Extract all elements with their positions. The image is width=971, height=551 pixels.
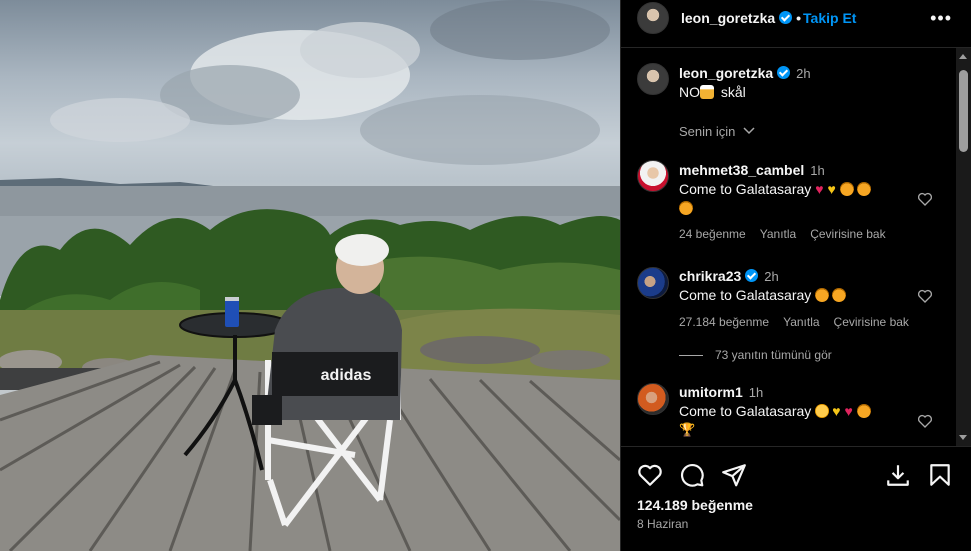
- caption-username-row: leon_goretzka 2h: [679, 65, 811, 81]
- comment-avatar[interactable]: [637, 160, 669, 192]
- reply-button[interactable]: Yanıtla: [783, 315, 819, 329]
- comment-username-row: mehmet38_cambel 1h: [679, 162, 825, 178]
- view-replies-button[interactable]: 73 yanıtın tümünü gör: [679, 348, 832, 362]
- avatar[interactable]: [637, 2, 669, 34]
- comment-likes[interactable]: 27.184 beğenme: [679, 315, 769, 329]
- comments-scrollbar[interactable]: [956, 48, 971, 446]
- comment-text: Come to Galatasaray ♥ ♥: [679, 403, 874, 419]
- comment-like-heart-icon[interactable]: [917, 413, 933, 429]
- photo-logo-text: adidas: [321, 367, 372, 384]
- comment-username[interactable]: mehmet38_cambel: [679, 162, 804, 178]
- beer-emoji-icon: [700, 85, 714, 99]
- view-replies-label: 73 yanıtın tümünü gör: [715, 348, 832, 362]
- star-struck-emoji-icon: [815, 404, 830, 418]
- comment-like-heart-icon[interactable]: [917, 191, 933, 207]
- yellow-heart-emoji-icon: ♥: [832, 403, 841, 419]
- post-actions: 124.189 beğenme 8 Haziran: [621, 446, 971, 551]
- trophy-emoji-icon: 🏆: [679, 422, 696, 437]
- scroll-down-arrow-icon[interactable]: [959, 435, 967, 440]
- header-username[interactable]: leon_goretzka: [681, 10, 775, 26]
- comment-body: Come to Galatasaray: [679, 181, 812, 197]
- download-icon[interactable]: [885, 462, 911, 488]
- caption-suffix: skål: [720, 84, 746, 100]
- photo-illustration: adidas: [0, 0, 620, 551]
- comment-meta: 24 beğenme Yanıtla Çevirisine bak: [679, 227, 900, 241]
- comment-time: 2h: [764, 269, 779, 284]
- tiger-emoji-icon: [839, 182, 854, 196]
- comment-icon[interactable]: [679, 462, 705, 488]
- reply-button[interactable]: Yanıtla: [760, 227, 796, 241]
- caption-prefix: NO: [679, 84, 700, 100]
- comment-sort-dropdown[interactable]: Senin için: [679, 124, 755, 139]
- replies-divider: [679, 355, 703, 357]
- comment-likes[interactable]: 24 beğenme: [679, 227, 746, 241]
- comment-body: Come to Galatasaray: [679, 403, 812, 419]
- heart-icon[interactable]: [637, 462, 663, 488]
- verified-icon: [777, 66, 791, 79]
- red-heart-emoji-icon: ♥: [815, 181, 824, 197]
- comment-username-row: umitorm1 1h: [679, 384, 763, 400]
- comment-text-wrap: 🏆: [679, 421, 695, 438]
- tiger-emoji-icon: [856, 182, 871, 196]
- yellow-heart-emoji-icon: ♥: [827, 181, 836, 197]
- caption-time: 2h: [796, 66, 811, 81]
- comment-like-heart-icon[interactable]: [917, 288, 933, 304]
- caption-avatar[interactable]: [637, 63, 669, 95]
- post-date: 8 Haziran: [637, 517, 689, 531]
- scroll-up-arrow-icon[interactable]: [959, 54, 967, 59]
- comment-username[interactable]: chrikra23: [679, 268, 741, 284]
- comment-text-wrap: [679, 200, 696, 216]
- red-heart-emoji-icon: ♥: [844, 403, 853, 419]
- bookmark-icon[interactable]: [927, 462, 953, 488]
- verified-icon: [745, 269, 759, 282]
- separator-dot: •: [796, 10, 802, 26]
- post-photo[interactable]: adidas: [0, 0, 620, 551]
- comment-meta: 27.184 beğenme Yanıtla Çevirisine bak: [679, 315, 923, 329]
- comment-username[interactable]: umitorm1: [679, 384, 743, 400]
- follow-button[interactable]: Takip Et: [803, 10, 856, 26]
- tiger-emoji-icon: [815, 288, 830, 302]
- like-count[interactable]: 124.189 beğenme: [637, 497, 753, 513]
- comment-text: Come to Galatasaray: [679, 287, 849, 303]
- comment-text: Come to Galatasaray ♥ ♥: [679, 181, 874, 197]
- chevron-down-icon: [743, 127, 755, 135]
- translate-button[interactable]: Çevirisine bak: [834, 315, 909, 329]
- verified-icon: [779, 11, 793, 24]
- post-side-panel: leon_goretzka • Takip Et ••• leon_goretzka…: [620, 0, 971, 551]
- comment-avatar[interactable]: [637, 383, 669, 415]
- tiger-emoji-icon: [832, 288, 847, 302]
- comment-time: 1h: [810, 163, 825, 178]
- scroll-thumb[interactable]: [959, 70, 968, 152]
- tiger-emoji-icon: [679, 201, 693, 215]
- caption-text: NO skål: [679, 84, 746, 100]
- share-icon[interactable]: [721, 462, 747, 488]
- comment-avatar[interactable]: [637, 267, 669, 299]
- more-icon[interactable]: •••: [930, 8, 952, 29]
- comment-username-row: chrikra23 2h: [679, 268, 779, 284]
- translate-button[interactable]: Çevirisine bak: [810, 227, 885, 241]
- caption-username[interactable]: leon_goretzka: [679, 65, 773, 81]
- post-header: leon_goretzka • Takip Et •••: [621, 0, 971, 48]
- tiger-emoji-icon: [856, 404, 871, 418]
- comment-time: 1h: [748, 385, 764, 400]
- header-username-row: leon_goretzka • Takip Et: [681, 10, 856, 26]
- comment-body: Come to Galatasaray: [679, 287, 812, 303]
- sort-label: Senin için: [679, 124, 736, 139]
